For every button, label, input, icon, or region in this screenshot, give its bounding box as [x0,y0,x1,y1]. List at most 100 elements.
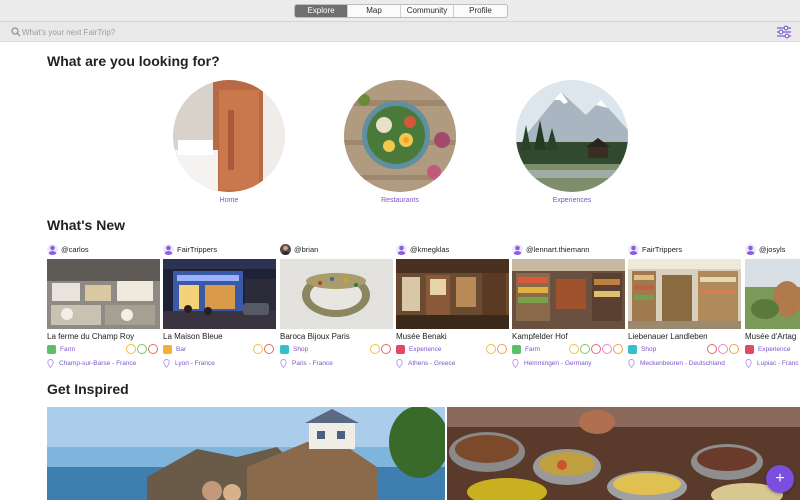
card-user: @josyls [745,241,800,258]
card-tags [126,344,158,354]
search-icon [11,27,21,37]
place-card-la-maison-bleue[interactable]: FairTrippers La Maison Bleue Bar Lyon - … [163,241,276,369]
avatar [47,244,58,255]
categories-heading: What are you looking for? [47,53,220,69]
card-username[interactable]: FairTrippers [642,245,682,254]
pin-icon [148,344,158,354]
location-pin-icon [163,358,170,368]
tab-map[interactable]: Map [348,5,401,17]
card-username[interactable]: @carlos [61,245,89,254]
handshake-icon [497,344,507,354]
card-place-name: La ferme du Champ Roy [47,332,135,341]
card-location-row: Lupiac - Franc [745,357,800,369]
card-username[interactable]: FairTrippers [177,245,217,254]
sun-icon [569,344,579,354]
heart-icon [718,344,728,354]
card-user: @brian [280,241,393,258]
card-type-row: Farm [512,343,625,355]
card-photo [163,259,276,329]
category-home[interactable]: Home [173,80,285,204]
avatar [280,244,291,255]
place-card-kampfelder-hof[interactable]: @lennart.thiemann Kampfelder Hof Farm He… [512,241,625,369]
main-tab-control: Explore Map Community Profile [294,4,508,18]
card-type: Bar [176,345,187,353]
card-type: Experience [409,345,442,353]
card-place-name: La Maison Bleue [163,332,223,341]
location-pin-icon [396,358,403,368]
card-photo [47,259,160,329]
experiences-image [516,80,628,192]
card-username[interactable]: @brian [294,245,318,254]
card-location: Lupiac - Franc [757,359,799,367]
category-experiences-label: Experiences [552,197,592,204]
inspired-card-spices[interactable] [447,407,800,500]
card-location-row: Champ-sur-Barse - France [47,357,160,369]
card-photo [396,259,509,329]
card-type: Farm [60,345,76,353]
category-experiences[interactable]: Experiences [516,80,628,204]
location-pin-icon [512,358,519,368]
shop-icon [280,344,289,354]
card-place-name: Kampfelder Hof [512,332,568,341]
sliders-icon[interactable] [776,24,792,40]
avatar [512,244,523,255]
card-location-row: Meckenbeuren - Deutschland [628,357,741,369]
inspired-card-coast[interactable] [47,407,445,500]
card-type-row: Farm [47,343,160,355]
add-button[interactable]: + [766,465,794,493]
search-input[interactable] [22,25,622,39]
category-home-label: Home [219,197,239,204]
place-card-musee-benaki[interactable]: @kmegklas Musée Benaki Experience Athens… [396,241,509,369]
tab-community[interactable]: Community [401,5,454,17]
card-username[interactable]: @josyls [759,245,785,254]
place-card-la-ferme-du-champ-roy[interactable]: @carlos La ferme du Champ Roy Farm Champ… [47,241,160,369]
card-type: Shop [293,345,309,353]
bar-icon [163,344,172,354]
heart-icon [602,344,612,354]
place-card-baroca-bijoux-paris[interactable]: @brian Baroca Bijoux Paris Shop Paris - … [280,241,393,369]
get-inspired-heading: Get Inspired [47,381,129,397]
card-type-row: Shop [628,343,741,355]
avatar [628,244,639,255]
card-location: Hemmingen - Germany [524,359,592,367]
leaf-icon [137,344,147,354]
card-photo [280,259,393,329]
category-restaurants-label: Restaurants [381,197,419,204]
tab-explore[interactable]: Explore [295,5,348,17]
card-type: Experience [758,345,791,353]
card-tags [486,344,507,354]
card-user: FairTrippers [628,241,741,258]
restaurants-image [344,80,456,192]
sun-icon [253,344,263,354]
pin-icon [381,344,391,354]
card-username[interactable]: @lennart.thiemann [526,245,589,254]
category-restaurants[interactable]: Restaurants [344,80,456,204]
leaf-icon [580,344,590,354]
card-type: Farm [525,345,541,353]
location-pin-icon [280,358,287,368]
handshake-icon [729,344,739,354]
sun-icon [370,344,380,354]
card-user: @lennart.thiemann [512,241,625,258]
experience-icon [396,344,405,354]
card-location-row: Athens - Greece [396,357,509,369]
experience-icon [745,344,754,354]
card-username[interactable]: @kmegklas [410,245,449,254]
card-user: FairTrippers [163,241,276,258]
place-card-musee-dartag[interactable]: @josyls Musée d'Artag Experience Lupiac … [745,241,800,369]
card-photo [745,259,800,329]
card-tags [569,344,623,354]
avatar [745,244,756,255]
place-card-liebenauer-landleben[interactable]: FairTrippers Liebenauer Landleben Shop M… [628,241,741,369]
card-place-name: Baroca Bijoux Paris [280,332,350,341]
card-location-row: Hemmingen - Germany [512,357,625,369]
whats-new-heading: What's New [47,217,126,233]
card-type-row: Experience [745,343,800,355]
tab-profile[interactable]: Profile [454,5,507,17]
sun-icon [486,344,496,354]
card-type-row: Shop [280,343,393,355]
card-tags [253,344,274,354]
card-location: Paris - France [292,359,333,367]
shop-icon [628,344,637,354]
card-photo [628,259,741,329]
